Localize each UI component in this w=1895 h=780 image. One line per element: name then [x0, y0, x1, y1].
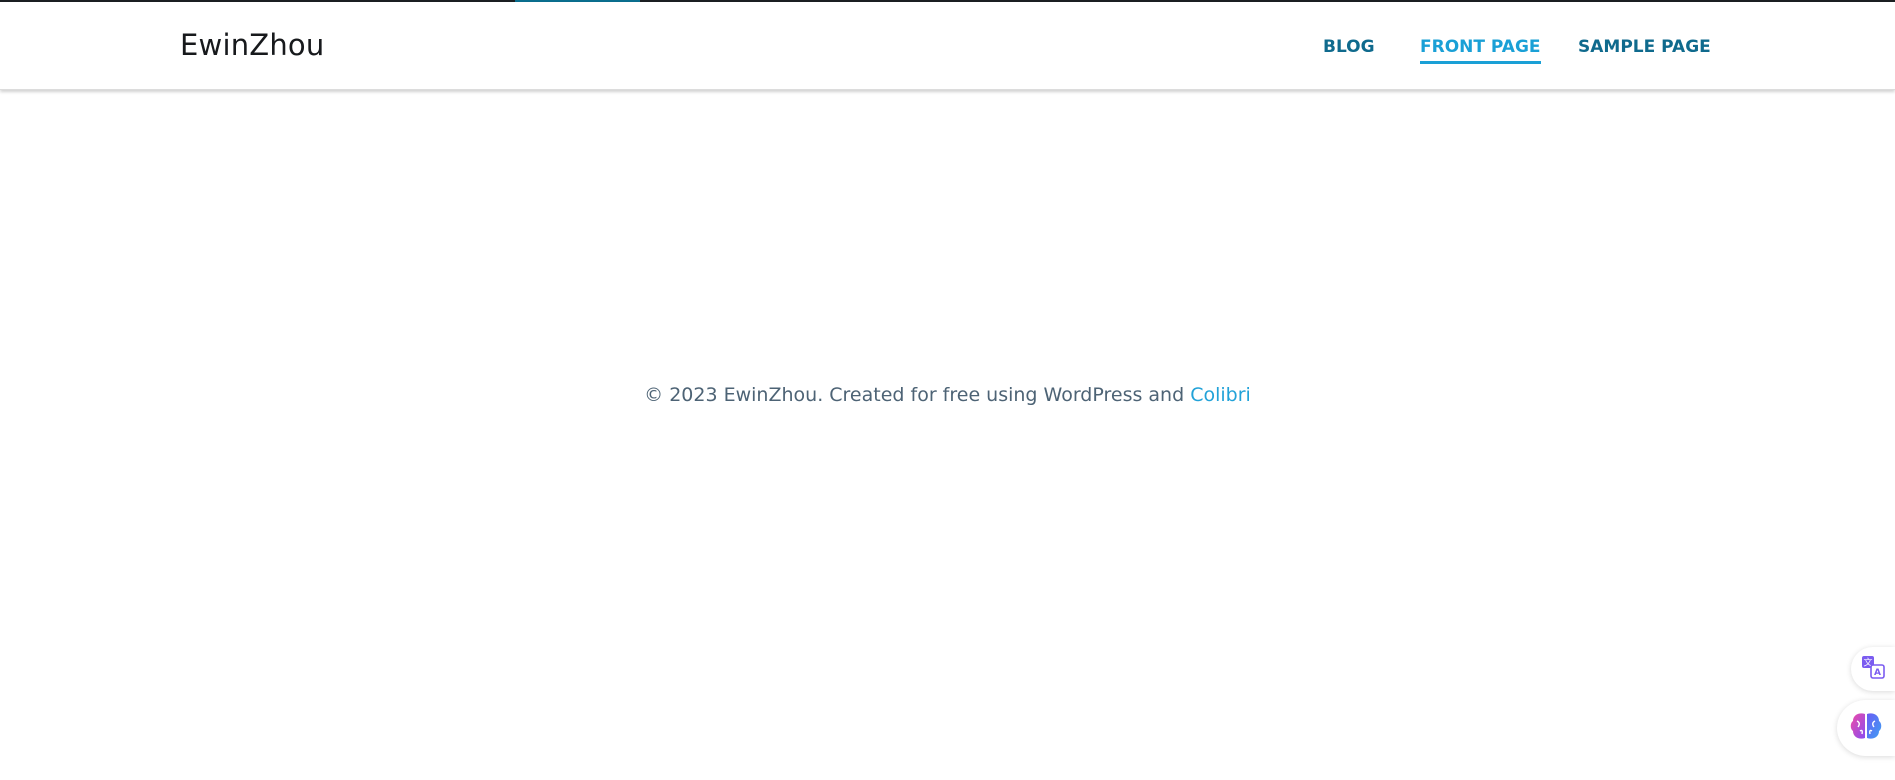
nav-item-blog[interactable]: BLOG: [1323, 37, 1375, 61]
translate-icon: 文 A: [1860, 654, 1886, 684]
site-title-link[interactable]: EwinZhou: [180, 28, 324, 62]
svg-text:A: A: [1874, 668, 1881, 678]
ai-assistant-button[interactable]: [1837, 700, 1895, 756]
brain-icon: [1849, 711, 1883, 745]
translate-button[interactable]: 文 A: [1851, 647, 1895, 691]
nav-item-sample-page[interactable]: SAMPLE PAGE: [1578, 37, 1711, 61]
colibri-link[interactable]: Colibri: [1190, 384, 1251, 406]
footer-copyright: © 2023 EwinZhou. Created for free using …: [0, 384, 1895, 406]
site-header: EwinZhou BLOG FRONT PAGE SAMPLE PAGE: [0, 2, 1895, 90]
page: EwinZhou BLOG FRONT PAGE SAMPLE PAGE © 2…: [0, 0, 1895, 780]
copyright-text: © 2023 EwinZhou. Created for free using …: [644, 384, 1191, 406]
nav-item-front-page[interactable]: FRONT PAGE: [1420, 37, 1541, 64]
